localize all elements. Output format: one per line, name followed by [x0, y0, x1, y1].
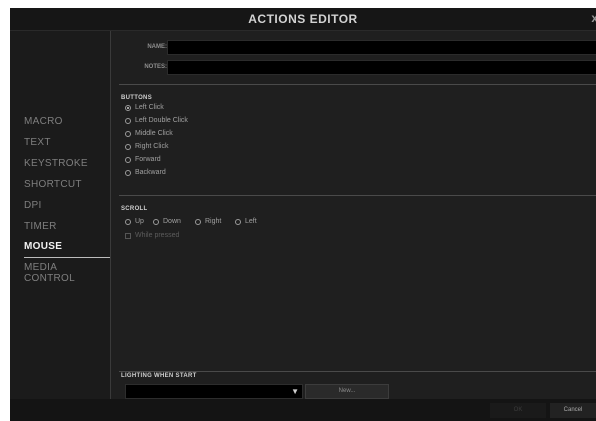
- radio-right-click[interactable]: Right Click: [125, 143, 168, 150]
- divider: [119, 371, 596, 372]
- radio-dot-icon: [125, 104, 131, 111]
- radio-dot-icon: [125, 169, 131, 176]
- radio-dot-icon: [195, 218, 201, 225]
- active-item-underline: [24, 257, 112, 258]
- window-title: ACTIONS EDITOR: [248, 12, 358, 26]
- actions-editor-window: ACTIONS EDITOR x MACRO TEXT KEYSTROKE SH…: [10, 8, 596, 421]
- buttons-section-title: BUTTONS: [121, 95, 152, 101]
- ok-button[interactable]: OK: [490, 403, 546, 418]
- close-icon[interactable]: x: [591, 11, 596, 25]
- sidebar-item-dpi[interactable]: DPI: [24, 200, 42, 211]
- radio-label: Middle Click: [135, 130, 173, 137]
- radio-dot-icon: [125, 130, 131, 137]
- action-type-sidebar: MACRO TEXT KEYSTROKE SHORTCUT DPI TIMER …: [10, 31, 112, 421]
- notes-field[interactable]: [167, 60, 596, 75]
- while-pressed-checkbox[interactable]: While pressed: [125, 232, 179, 239]
- radio-dot-icon: [235, 218, 241, 225]
- name-label: NAME:: [147, 44, 167, 50]
- dialog-footer: OK Cancel: [10, 399, 596, 421]
- checkbox-icon: [125, 232, 131, 239]
- radio-label: Left: [245, 218, 257, 225]
- sidebar-item-media-control[interactable]: MEDIA CONTROL: [24, 262, 110, 284]
- lighting-section-title: LIGHTING WHEN START: [121, 373, 197, 379]
- sidebar-item-keystroke[interactable]: KEYSTROKE: [24, 158, 88, 169]
- radio-label: Down: [163, 218, 181, 225]
- radio-label: Forward: [135, 156, 161, 163]
- dropdown-arrow-icon: ▼: [291, 387, 299, 396]
- radio-scroll-down[interactable]: Down: [153, 218, 181, 225]
- radio-label: Backward: [135, 169, 166, 176]
- radio-label: Right: [205, 218, 222, 225]
- notes-label: NOTES:: [144, 64, 167, 70]
- radio-label: Left Click: [135, 104, 164, 111]
- radio-dot-icon: [153, 218, 159, 225]
- radio-left-double-click[interactable]: Left Double Click: [125, 117, 188, 124]
- while-pressed-label: While pressed: [135, 232, 180, 239]
- radio-scroll-up[interactable]: Up: [125, 218, 144, 225]
- sidebar-item-mouse[interactable]: MOUSE: [24, 241, 62, 252]
- radio-label: Right Click: [135, 143, 169, 150]
- radio-scroll-left[interactable]: Left: [235, 218, 257, 225]
- radio-dot-icon: [125, 218, 131, 225]
- divider: [119, 195, 596, 196]
- radio-middle-click[interactable]: Middle Click: [125, 130, 173, 137]
- radio-dot-icon: [125, 143, 131, 150]
- radio-label: Up: [135, 218, 144, 225]
- name-field[interactable]: [167, 40, 596, 55]
- lighting-select[interactable]: ▼: [125, 384, 303, 399]
- sidebar-item-timer[interactable]: TIMER: [24, 221, 57, 232]
- new-lighting-button[interactable]: New...: [305, 384, 389, 399]
- sidebar-item-shortcut[interactable]: SHORTCUT: [24, 179, 82, 190]
- radio-left-click[interactable]: Left Click: [125, 104, 164, 111]
- sidebar-item-macro[interactable]: MACRO: [24, 116, 63, 127]
- title-bar: ACTIONS EDITOR x: [10, 8, 596, 31]
- editor-content-panel: NAME: NOTES: BUTTONS Left Click Left Dou…: [110, 31, 596, 399]
- sidebar-item-text[interactable]: TEXT: [24, 137, 51, 148]
- radio-label: Left Double Click: [135, 117, 188, 124]
- scroll-section-title: SCROLL: [121, 206, 148, 212]
- radio-backward[interactable]: Backward: [125, 169, 166, 176]
- radio-scroll-right[interactable]: Right: [195, 218, 221, 225]
- radio-dot-icon: [125, 117, 131, 124]
- cancel-button[interactable]: Cancel: [550, 403, 596, 418]
- divider: [119, 84, 596, 85]
- radio-dot-icon: [125, 156, 131, 163]
- radio-forward[interactable]: Forward: [125, 156, 161, 163]
